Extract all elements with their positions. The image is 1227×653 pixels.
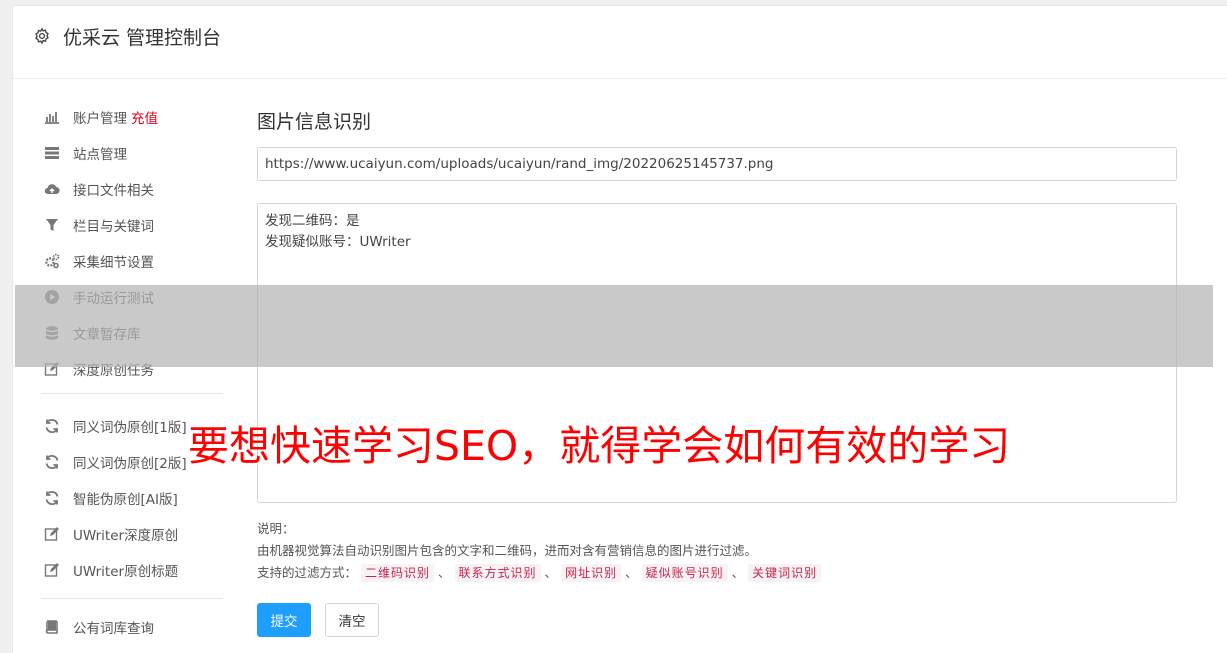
edit-icon bbox=[43, 525, 61, 543]
sidebar-item-label: UWriter深度原创 bbox=[73, 528, 179, 544]
refresh-icon bbox=[43, 453, 61, 471]
header: 优采云 管理控制台 bbox=[13, 6, 1227, 79]
sidebar-item-uwriter-title[interactable]: UWriter原创标题 bbox=[43, 559, 178, 581]
sidebar-item-label: UWriter原创标题 bbox=[73, 564, 179, 580]
sidebar-item-ai-rewrite[interactable]: 智能伪原创[AI版] bbox=[43, 487, 178, 509]
image-url-input[interactable] bbox=[257, 147, 1177, 181]
recharge-link[interactable]: 充值 bbox=[131, 107, 158, 127]
result-line: 发现二维码：是 bbox=[265, 213, 360, 229]
filter-separator: 、 bbox=[731, 565, 745, 580]
edit-icon bbox=[43, 561, 61, 579]
bar-chart-icon bbox=[43, 108, 61, 126]
sidebar-item-deep-original-tasks[interactable]: 深度原创任务 bbox=[43, 358, 154, 380]
sidebar-item-label: 采集细节设置 bbox=[73, 255, 154, 271]
sidebar-item-label: 文章暂存库 bbox=[73, 327, 141, 343]
gear-icon bbox=[33, 27, 51, 45]
cloud-upload-icon bbox=[43, 180, 61, 198]
sidebar-divider bbox=[41, 393, 223, 394]
sidebar-item-manual-test[interactable]: 手动运行测试 bbox=[43, 286, 154, 308]
sidebar-item-article-storage[interactable]: 文章暂存库 bbox=[43, 322, 141, 344]
filter-tag: 网址识别 bbox=[561, 564, 622, 582]
sidebar-item-label: 栏目与关键词 bbox=[73, 219, 154, 235]
edit-icon bbox=[43, 360, 61, 378]
filter-methods: 支持的过滤方式： 二维码识别、联系方式识别、网址识别、疑似账号识别、关键词识别 bbox=[257, 562, 822, 584]
sidebar-item-synonym-v2[interactable]: 同义词伪原创[2版] bbox=[43, 451, 187, 473]
sidebar-item-label: 同义词伪原创[2版] bbox=[73, 456, 187, 472]
server-icon bbox=[43, 144, 61, 162]
database-icon bbox=[43, 324, 61, 342]
notes-description: 由机器视觉算法自动识别图片包含的文字和二维码，进而对含有营销信息的图片进行过滤。 bbox=[257, 543, 758, 558]
result-textarea[interactable]: 发现二维码：是 发现疑似账号：UWriter bbox=[257, 203, 1177, 503]
filter-tag: 二维码识别 bbox=[361, 564, 435, 582]
filter-tag: 联系方式识别 bbox=[454, 564, 541, 582]
page-title: 优采云 管理控制台 bbox=[63, 27, 222, 49]
sidebar-item-label: 智能伪原创[AI版] bbox=[73, 492, 178, 508]
refresh-icon bbox=[43, 489, 61, 507]
play-circle-icon bbox=[43, 288, 61, 306]
sidebar-item-label: 深度原创任务 bbox=[73, 363, 154, 379]
filter-separator: 、 bbox=[544, 565, 558, 580]
sidebar-item-label: 接口文件相关 bbox=[73, 183, 154, 199]
sidebar-item-columns-keywords[interactable]: 栏目与关键词 bbox=[43, 214, 154, 236]
console-panel: 优采云 管理控制台 账户管理 充值 站点管理 接口文件相关 栏目与关键词 采集细… bbox=[12, 5, 1227, 653]
refresh-icon bbox=[43, 417, 61, 435]
sidebar-item-label: 公有词库查询 bbox=[73, 621, 154, 637]
sidebar-item-synonym-v1[interactable]: 同义词伪原创[1版] bbox=[43, 415, 187, 437]
sidebar-item-uwriter-deep[interactable]: UWriter深度原创 bbox=[43, 523, 178, 545]
sidebar-item-public-lexicon[interactable]: 公有词库查询 bbox=[43, 616, 154, 638]
result-line: 发现疑似账号：UWriter bbox=[265, 234, 411, 250]
notes-label: 说明： bbox=[257, 521, 295, 536]
sidebar-divider bbox=[41, 598, 223, 599]
filter-icon bbox=[43, 216, 61, 234]
book-icon bbox=[43, 618, 61, 636]
sidebar-item-sites[interactable]: 站点管理 bbox=[43, 142, 127, 164]
sidebar-item-label: 账户管理 bbox=[73, 111, 127, 127]
filters-label: 支持的过滤方式： bbox=[257, 565, 358, 580]
sidebar-item-collect-settings[interactable]: 采集细节设置 bbox=[43, 250, 154, 272]
filter-tag: 关键词识别 bbox=[748, 564, 822, 582]
clear-button[interactable]: 清空 bbox=[325, 603, 379, 637]
sidebar-item-label: 同义词伪原创[1版] bbox=[73, 420, 187, 436]
submit-button[interactable]: 提交 bbox=[257, 603, 311, 637]
sidebar-item-label: 站点管理 bbox=[73, 147, 127, 163]
sidebar-item-label: 手动运行测试 bbox=[73, 291, 154, 307]
filter-separator: 、 bbox=[438, 565, 451, 580]
gears-icon bbox=[43, 252, 61, 270]
section-title: 图片信息识别 bbox=[257, 111, 372, 133]
sidebar-item-account[interactable]: 账户管理 充值 bbox=[43, 106, 158, 128]
sidebar-item-interface-files[interactable]: 接口文件相关 bbox=[43, 178, 154, 200]
notes: 说明： 由机器视觉算法自动识别图片包含的文字和二维码，进而对含有营销信息的图片进… bbox=[257, 518, 822, 584]
filter-tag: 疑似账号识别 bbox=[641, 564, 728, 582]
filter-separator: 、 bbox=[625, 565, 638, 580]
